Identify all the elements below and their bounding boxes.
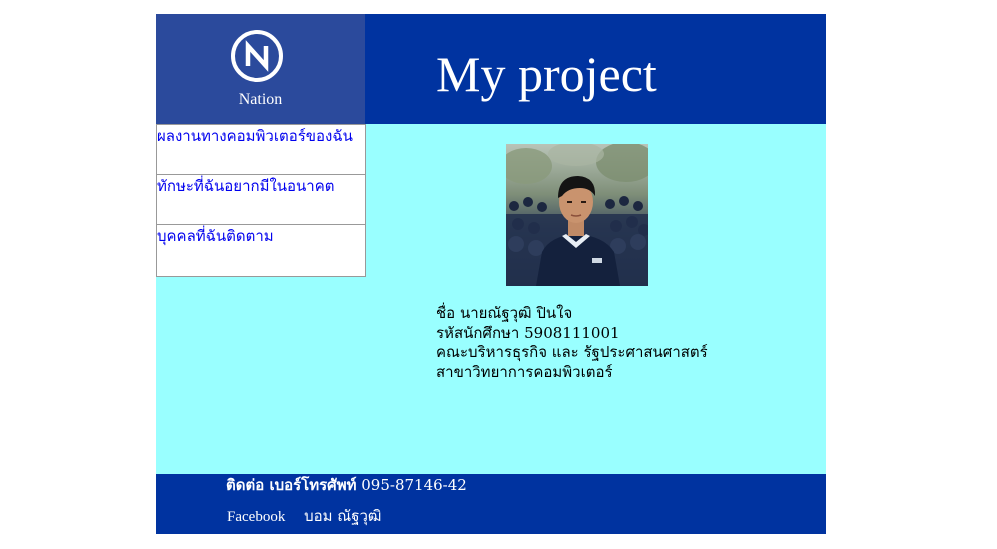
contact-label: ติดต่อ เบอร์โทรศัพท์ bbox=[226, 476, 357, 494]
nav-link-computer-works[interactable]: ผลงานทางคอมพิวเตอร์ของฉัน bbox=[157, 127, 353, 145]
nav-item-people-i-follow: บุคคลที่ฉันติดตาม bbox=[157, 225, 365, 276]
nav-item-future-skills: ทักษะที่ฉันอยากมีในอนาคต bbox=[157, 175, 365, 225]
facebook-name: บอม ณัฐวุฒิ bbox=[304, 507, 382, 525]
nav-link-people-i-follow[interactable]: บุคคลที่ฉันติดตาม bbox=[157, 227, 274, 245]
logo[interactable]: Nation bbox=[156, 14, 365, 124]
student-name: ชื่อ นายณัฐวุฒิ ปินใจ bbox=[436, 304, 573, 322]
sidebar-nav: ผลงานทางคอมพิวเตอร์ของฉัน ทักษะที่ฉันอยา… bbox=[156, 124, 366, 277]
facebook-label: Facebook bbox=[227, 509, 286, 525]
phone-number: 095-87146-42 bbox=[361, 476, 467, 494]
header: Nation My project bbox=[156, 14, 826, 124]
nav-link-future-skills[interactable]: ทักษะที่ฉันอยากมีในอนาคต bbox=[157, 177, 335, 195]
profile-photo bbox=[506, 144, 648, 286]
n-logo-icon bbox=[231, 30, 283, 82]
faculty: คณะบริหารธุรกิจ และ รัฐประศาสนศาสตร์ bbox=[436, 343, 708, 361]
contact-line: ติดต่อ เบอร์โทรศัพท์ 095-87146-42 bbox=[226, 476, 467, 494]
major: สาขาวิทยาการคอมพิวเตอร์ bbox=[436, 362, 613, 381]
nav-item-computer-works: ผลงานทางคอมพิวเตอร์ของฉัน bbox=[157, 125, 365, 175]
footer: ติดต่อ เบอร์โทรศัพท์ 095-87146-42 Facebo… bbox=[156, 474, 826, 534]
profile-info: ชื่อ นายณัฐวุฒิ ปินใจ รหัสนักศึกษา 59081… bbox=[436, 304, 708, 382]
logo-text: Nation bbox=[238, 91, 283, 108]
page-title: My project bbox=[436, 46, 657, 102]
main-content: ผลงานทางคอมพิวเตอร์ของฉัน ทักษะที่ฉันอยา… bbox=[156, 124, 826, 474]
student-id: รหัสนักศึกษา 5908111001 bbox=[436, 323, 620, 342]
page: Nation My project ผลงานทางคอมพิวเตอร์ของ… bbox=[156, 14, 826, 534]
social-line: Facebook บอม ณัฐวุฒิ bbox=[227, 507, 381, 526]
